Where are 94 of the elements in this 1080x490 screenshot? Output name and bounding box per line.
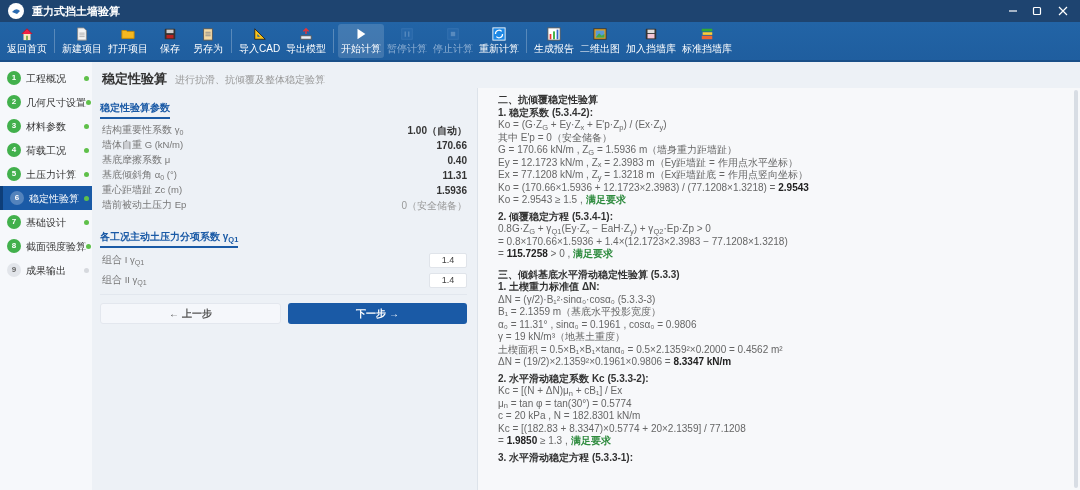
toolbar-button[interactable]: 返回首页 bbox=[4, 24, 50, 58]
report-line: Ey = 12.1723 kN/m , Z$_{x}$ = 2.3983 m（Ey距墙趾 = 作用点水平坐标） bbox=[498, 156, 798, 169]
parameter-label: 墙前被动土压力 Ep bbox=[102, 198, 188, 213]
step-label: 截面强度验算 bbox=[26, 239, 86, 254]
section-title: 稳定性验算参数 bbox=[100, 100, 170, 119]
page-title: 稳定性验算 bbox=[102, 69, 167, 88]
step-number: 9 bbox=[7, 263, 21, 277]
report-line: ΔN = (γ/2)·B₁²·sinα₀·cosα₀ (5.3.3-3) bbox=[498, 293, 656, 306]
parameter-value: 1.5936 bbox=[436, 184, 467, 198]
report-line: = 1.9850 ≥ 1.3 , bbox=[498, 435, 568, 448]
factor-input[interactable]: 1.4 bbox=[429, 272, 467, 288]
toolbar-button[interactable]: 开始计算 bbox=[338, 24, 385, 58]
toolbar-button[interactable]: 加入挡墙库 bbox=[623, 24, 680, 58]
report-line: G = 170.66 kN/m , Z$_{G}$ = 1.5936 m（墙身重力距墙趾） bbox=[498, 144, 738, 157]
report-line: c = 20 kPa , N = 182.8301 kN/m bbox=[498, 410, 641, 423]
step-number: 1 bbox=[7, 71, 21, 85]
report-line: γ = 19 kN/m³（地基土重度） bbox=[498, 331, 625, 344]
step-label: 几何尺寸设置 bbox=[26, 95, 86, 110]
report-step-title: 1. 稳定系数 (5.3.4-2): bbox=[498, 106, 595, 119]
factor-input[interactable]: 1.4 bbox=[429, 252, 467, 268]
verdict-text: 满足要求 bbox=[570, 435, 611, 448]
parameter-value: 11.31 bbox=[442, 169, 467, 183]
step-label: 材料参数 bbox=[26, 119, 67, 134]
step-label: 工程概况 bbox=[26, 71, 67, 86]
report-line: 其中 E'p = 0（安全储备） bbox=[498, 131, 612, 144]
report-line: Ex = 77.1208 kN/m , Z$_{y}$ = 1.3218 m（Ex距墙趾底 = 作用点竖向坐标） bbox=[498, 169, 808, 182]
factor-label: 组合 I γ$_{Q1}$ bbox=[102, 252, 146, 268]
step-label: 基础设计 bbox=[26, 215, 67, 230]
step-label: 荷载工况 bbox=[26, 143, 67, 158]
toolbar-button[interactable]: 生成报告 bbox=[531, 24, 578, 58]
factor-label: 组合 II γ$_{Q1}$ bbox=[102, 272, 148, 288]
report-step-title: 2. 水平滑动稳定系数 Kc (5.3.3-2): bbox=[498, 372, 650, 385]
step-label: 土压力计算 bbox=[26, 167, 77, 182]
page-subtitle: 进行抗滑、抗倾覆及整体稳定验算 bbox=[175, 73, 325, 87]
report-line: Ko = (170.66×1.5936 + 12.1723×2.3983) / (77.1208×1.3218) = 2.9543 bbox=[498, 181, 809, 194]
report-step-title: 3. 水平滑动稳定方程 (5.3.3-1): bbox=[498, 451, 635, 464]
section-title: 各工况主动土压力分项系数 γ$_{Q1}$ bbox=[100, 229, 239, 248]
parameter-label: 重心距墙趾 Zc (m) bbox=[102, 183, 184, 198]
report-line: μ$_{n}$ = tan φ = tan(30°) = 0.5774 bbox=[498, 397, 632, 410]
step-label: 成果输出 bbox=[26, 263, 67, 278]
step-number: 5 bbox=[7, 167, 21, 181]
report-line: Kc = [(N + ΔN)μ$_{n}$ + cB₁] / Ex bbox=[498, 385, 623, 398]
report-heading: 二、抗倾覆稳定性验算 bbox=[498, 94, 599, 107]
report-line: 土楔面积 = 0.5×B₁×B₁×tanα₀ = 0.5×2.1359²×0.2000 = 0.4562 m² bbox=[498, 343, 783, 356]
parameter-value: 170.66 bbox=[436, 139, 467, 153]
report-line: Kc = [(182.83 + 8.3347)×0.5774 + 20×2.1359] / 77.1208 bbox=[498, 422, 746, 435]
parameter-value: 0.40 bbox=[447, 154, 467, 168]
toolbar-button[interactable]: 标准挡墙库 bbox=[679, 24, 736, 58]
toolbar-button[interactable]: 重新计算 bbox=[476, 24, 523, 58]
report-heading: 三、倾斜基底水平滑动稳定性验算 (5.3.3) bbox=[498, 268, 681, 281]
step-label: 稳定性验算 bbox=[29, 191, 80, 206]
step-number: 8 bbox=[7, 239, 21, 253]
parameter-value: 0（安全储备） bbox=[401, 199, 467, 213]
report-line: Ko = 2.9543 ≥ 1.5 , bbox=[498, 194, 583, 207]
sidebar-item[interactable]: 2 几何尺寸设置 bbox=[0, 90, 92, 114]
previous-button[interactable]: ← 上一步 bbox=[100, 303, 281, 324]
verdict-text: 满足要求 bbox=[573, 248, 614, 261]
report-line: B₁ = 2.1359 m（基底水平投影宽度） bbox=[498, 306, 662, 319]
next-button[interactable]: 下一步 → bbox=[288, 303, 467, 324]
sidebar-item[interactable]: 4 荷载工况 bbox=[0, 138, 92, 162]
parameter-label: 结构重要性系数 γ$_{0}$ bbox=[102, 123, 185, 138]
step-number: 7 bbox=[7, 215, 21, 229]
step-number: 2 bbox=[7, 95, 21, 109]
report-line: α₀ = 11.31° , sinα₀ = 0.1961 , cosα₀ = 0.9806 bbox=[498, 318, 697, 331]
report-line: ΔN = (19/2)×2.1359²×0.1961×0.9806 = 8.3347 kN/m bbox=[498, 356, 732, 369]
report-step-title: 1. 土楔重力标准值 ΔN: bbox=[498, 281, 601, 294]
sidebar-item[interactable]: 3 材料参数 bbox=[0, 114, 92, 138]
report-line: Ko = (G·Z$_{G}$ + Ey·Z$_{x}$ + E'p·Z$_{p}$) / (Ex·Z$_{y}$) bbox=[498, 119, 667, 132]
parameter-label: 墙体自重 G (kN/m) bbox=[102, 138, 185, 153]
toolbar-button[interactable]: 导入CAD bbox=[236, 24, 284, 58]
parameter-label: 基底倾斜角 α$_{0}$ (°) bbox=[102, 168, 178, 183]
report-line: = 0.8×170.66×1.5936 + 1.4×(12.1723×2.3983 − 77.1208×1.3218) bbox=[498, 235, 788, 248]
toolbar-button[interactable]: 保存 bbox=[151, 24, 189, 58]
toolbar-button[interactable]: 另存为 bbox=[189, 24, 227, 58]
toolbar-button[interactable]: 新建项目 bbox=[59, 24, 105, 58]
sidebar-item[interactable]: 7 基础设计 bbox=[0, 210, 92, 234]
window-title: 重力式挡土墙验算 bbox=[32, 3, 120, 19]
verdict-text: 满足要求 bbox=[585, 194, 626, 207]
toolbar-button[interactable]: 二维出图 bbox=[577, 24, 624, 58]
parameter-value: 1.00（自动） bbox=[407, 124, 467, 138]
report-line: = 115.7258 > 0 , bbox=[498, 248, 571, 261]
toolbar-button[interactable]: 导出模型 bbox=[283, 24, 330, 58]
toolbar-button[interactable]: 打开项目 bbox=[105, 24, 151, 58]
sidebar-item[interactable]: 8 截面强度验算 bbox=[0, 234, 92, 258]
parameter-label: 基底摩擦系数 μ bbox=[102, 153, 172, 168]
sidebar-item[interactable]: 9 成果输出 bbox=[0, 258, 92, 282]
step-number: 6 bbox=[10, 191, 24, 205]
report-line: 0.8G·Z$_{G}$ + γ$_{Q1}$(Ey·Z$_{x}$ − EaH·Z$_{y}$) + γ$_{Q2}$·Ep·Zp > 0 bbox=[498, 223, 711, 236]
sidebar-item[interactable]: 1 工程概况 bbox=[0, 66, 92, 90]
report-step-title: 2. 倾覆稳定方程 (5.3.4-1): bbox=[498, 210, 615, 223]
step-number: 4 bbox=[7, 143, 21, 157]
sidebar-item[interactable]: 5 土压力计算 bbox=[0, 162, 92, 186]
step-number: 3 bbox=[7, 119, 21, 133]
sidebar-item[interactable]: 6 稳定性验算 bbox=[0, 186, 92, 210]
